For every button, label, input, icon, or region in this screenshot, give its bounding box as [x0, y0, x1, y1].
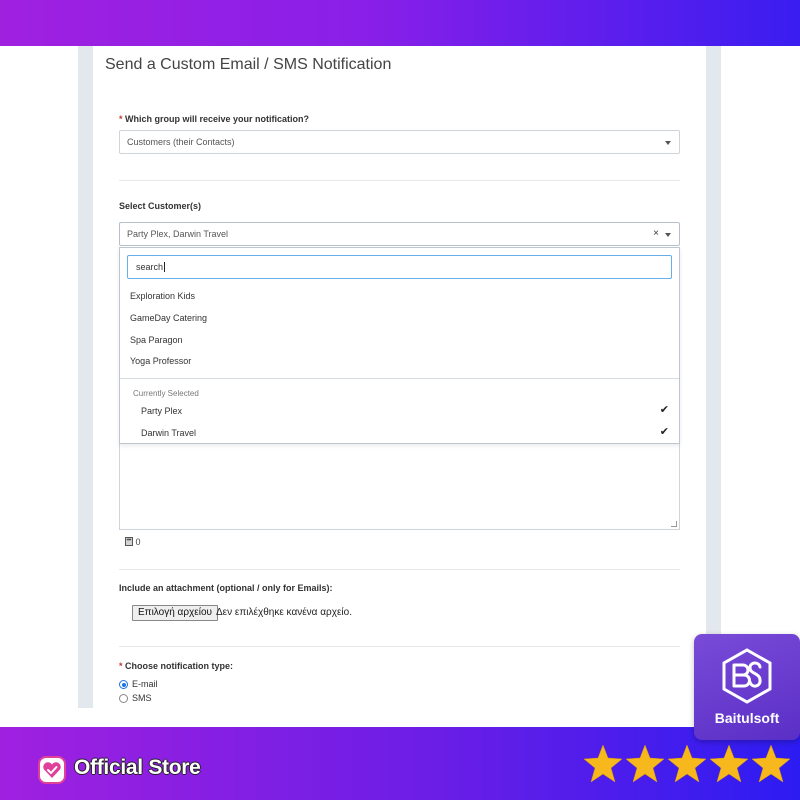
group-label: * Which group will receive your notifica… — [119, 114, 310, 124]
option-yoga-professor[interactable]: Yoga Professor — [130, 356, 191, 366]
radio-email[interactable] — [119, 680, 128, 689]
calculator-icon — [125, 537, 133, 546]
right-frame — [706, 46, 721, 708]
star-icon — [583, 744, 791, 783]
message-textarea[interactable] — [119, 444, 680, 530]
attachment-label: Include an attachment (optional / only f… — [119, 583, 333, 593]
official-store-badge: Official Store — [74, 756, 201, 779]
star-icon — [583, 744, 623, 783]
form-panel: Send a Custom Email / SMS Notification *… — [93, 46, 706, 708]
divider — [119, 569, 680, 570]
dropdown-separator — [120, 378, 679, 379]
brand-card: Baitulsoft — [694, 634, 800, 740]
resize-handle-icon[interactable] — [671, 521, 677, 527]
radio-email-label: E-mail — [132, 679, 158, 689]
radio-sms[interactable] — [119, 694, 128, 703]
check-icon: ✔ — [659, 426, 669, 438]
group-select-value: Customers (their Contacts) — [127, 137, 235, 147]
selected-party-plex[interactable]: Party Plex — [141, 406, 182, 416]
star-icon — [667, 744, 707, 783]
clear-icon[interactable]: × — [653, 228, 659, 239]
char-counter: 0 — [125, 537, 141, 547]
notification-type-label: * Choose notification type: — [119, 661, 234, 671]
selected-group-label: Currently Selected — [133, 389, 199, 398]
star-icon — [625, 744, 665, 783]
check-icon: ✔ — [659, 404, 669, 416]
star-icon — [751, 744, 791, 783]
option-exploration-kids[interactable]: Exploration Kids — [130, 291, 195, 301]
page-title: Send a Custom Email / SMS Notification — [105, 56, 392, 73]
divider — [119, 646, 680, 647]
chevron-down-icon — [665, 141, 671, 145]
brand-name: Baitulsoft — [714, 710, 780, 726]
chevron-down-icon — [665, 233, 671, 237]
selected-darwin-travel[interactable]: Darwin Travel — [141, 428, 196, 438]
customer-label: Select Customer(s) — [119, 201, 202, 211]
customer-select[interactable]: Party Plex, Darwin Travel × — [119, 222, 680, 246]
rating-stars — [583, 744, 791, 783]
radio-sms-label: SMS — [132, 693, 152, 703]
top-banner — [0, 0, 800, 46]
store-heart-icon — [38, 756, 66, 784]
option-spa-paragon[interactable]: Spa Paragon — [130, 335, 183, 345]
search-input[interactable]: search — [127, 255, 672, 279]
customer-select-value: Party Plex, Darwin Travel — [127, 229, 229, 239]
file-status: Δεν επιλέχθηκε κανένα αρχείο. — [216, 607, 352, 618]
divider — [119, 180, 680, 181]
option-gameday-catering[interactable]: GameDay Catering — [130, 313, 207, 323]
choose-file-button[interactable]: Επιλογή αρχείου — [132, 605, 218, 621]
group-select[interactable]: Customers (their Contacts) — [119, 130, 680, 154]
left-margin — [0, 46, 78, 708]
star-icon — [709, 744, 749, 783]
left-frame — [78, 46, 93, 708]
baitulsoft-logo-icon — [722, 648, 772, 704]
customer-dropdown: search Exploration Kids GameDay Catering… — [119, 247, 680, 444]
